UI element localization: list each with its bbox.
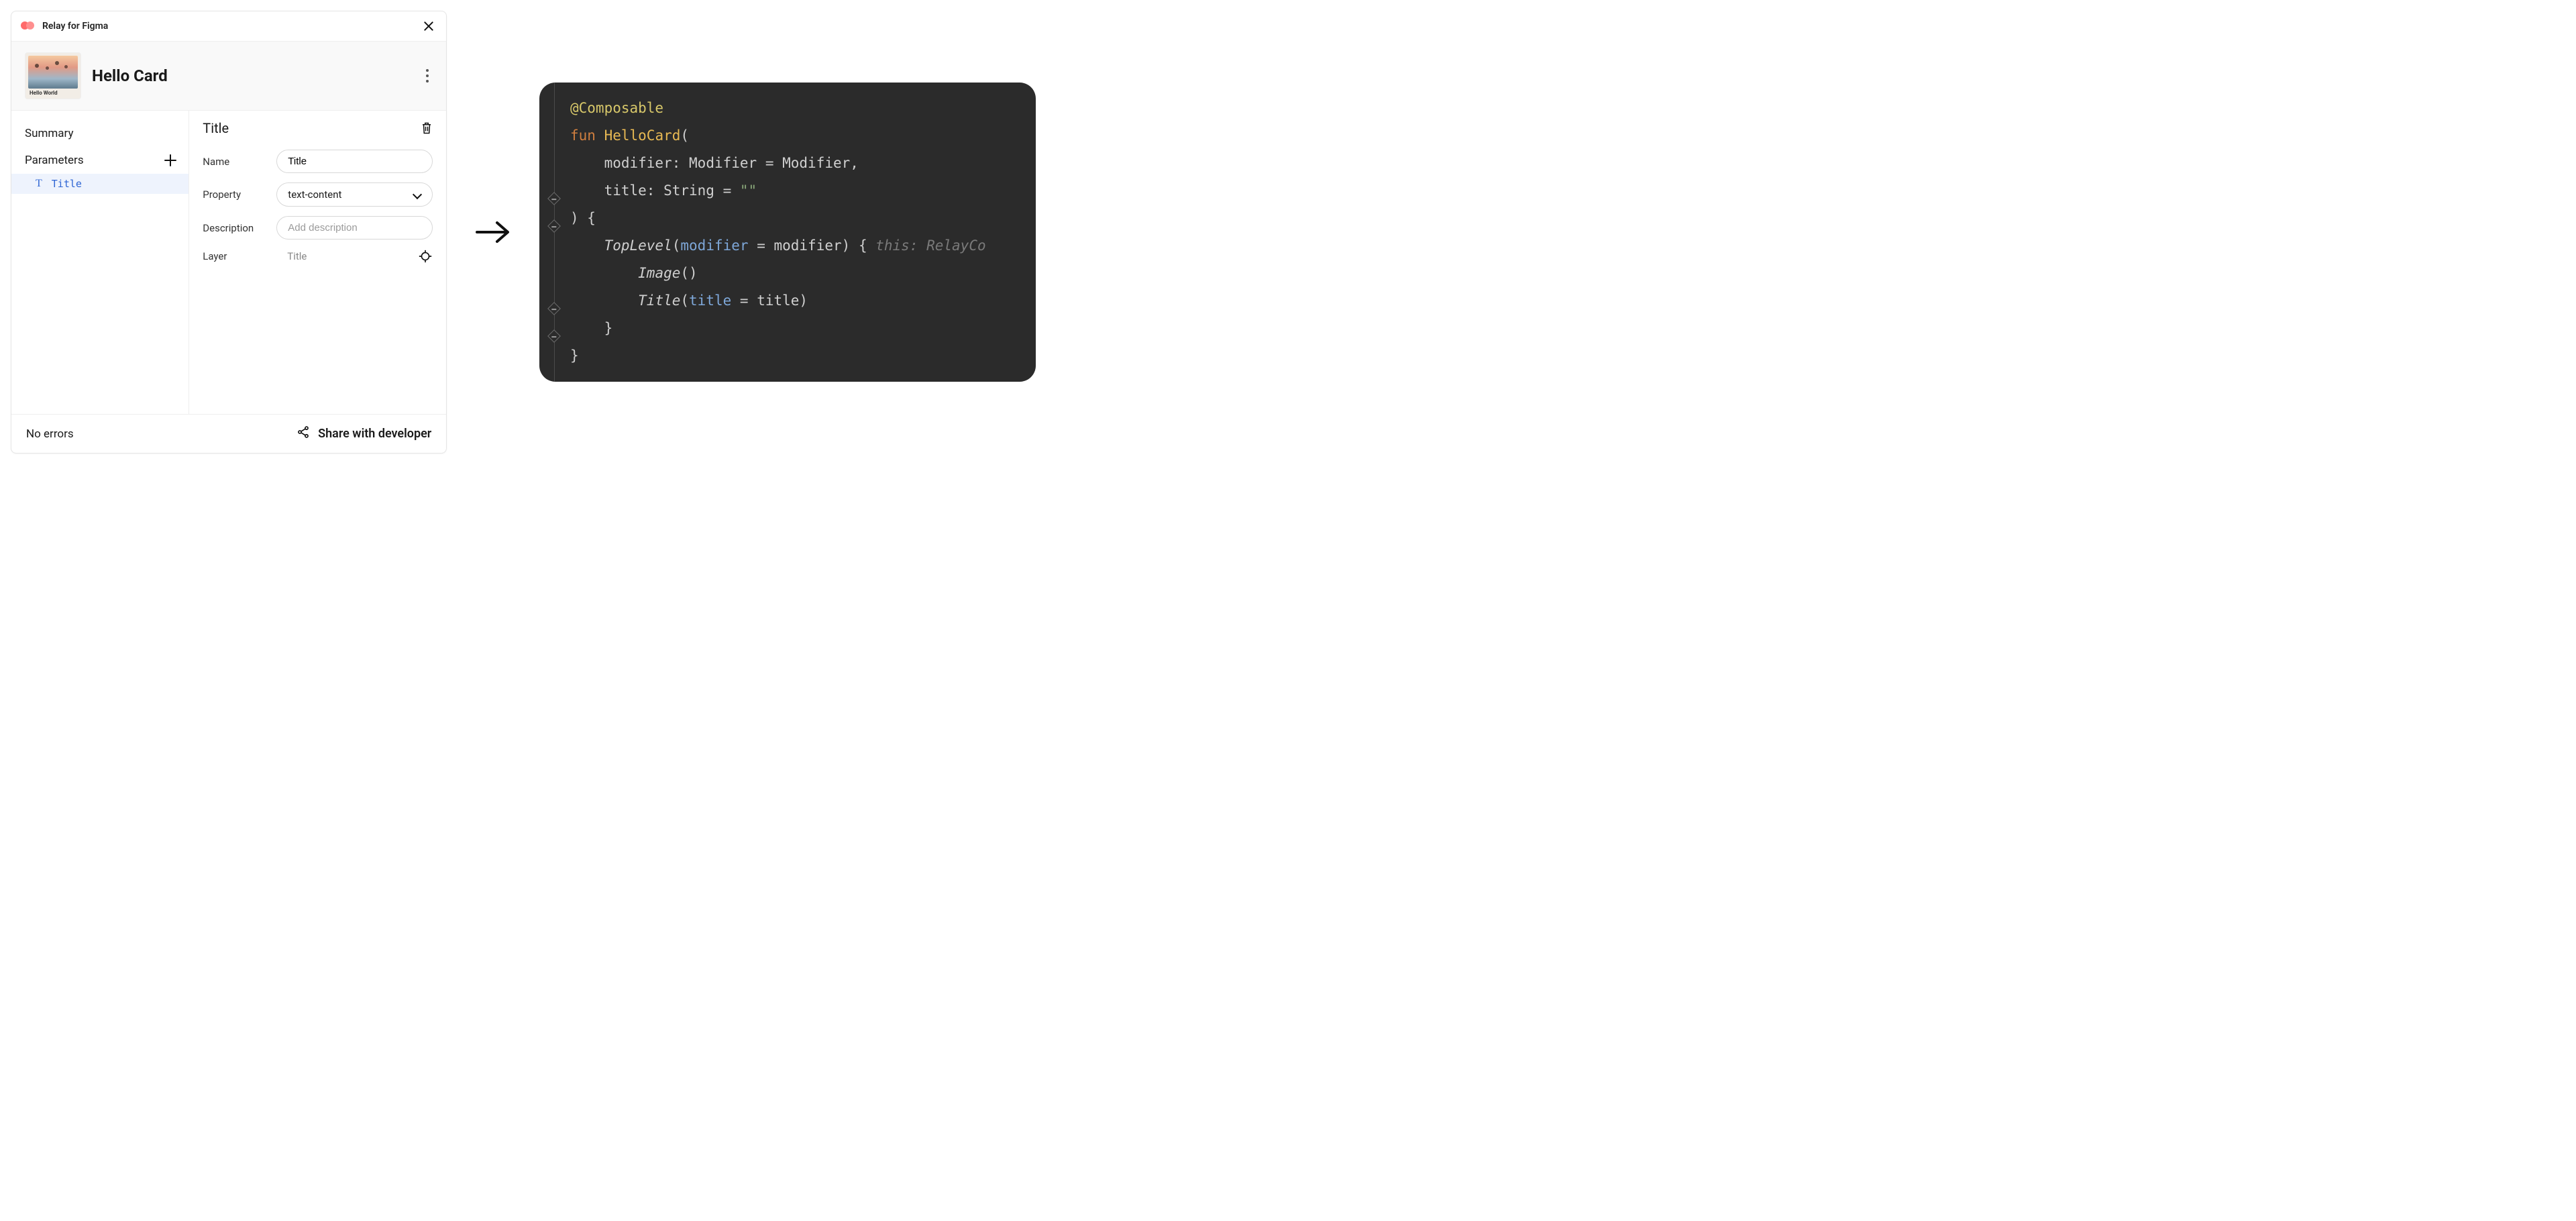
code-title-argname: title bbox=[689, 293, 731, 309]
property-label: Property bbox=[203, 189, 263, 201]
share-label: Share with developer bbox=[318, 427, 431, 441]
code-param2-default: "" bbox=[740, 182, 757, 199]
name-label: Name bbox=[203, 156, 263, 168]
parameter-name: Title bbox=[52, 178, 82, 190]
code-toplevel-call: TopLevel bbox=[604, 237, 672, 254]
code-param1-name: modifier bbox=[604, 155, 672, 171]
card-header: Hello World Hello Card bbox=[11, 41, 446, 111]
close-icon[interactable] bbox=[422, 19, 435, 33]
panel-titlebar: Relay for Figma bbox=[11, 11, 446, 41]
more-menu-icon[interactable] bbox=[426, 69, 429, 83]
property-row: Property text-content bbox=[203, 182, 433, 207]
chevron-down-icon bbox=[412, 190, 421, 199]
layer-value: Title bbox=[276, 250, 405, 262]
code-annotation: @Composable bbox=[570, 100, 663, 116]
code-param2-name: title bbox=[604, 182, 647, 199]
name-input[interactable] bbox=[276, 150, 433, 173]
sidebar: Summary Parameters T Title bbox=[11, 111, 189, 414]
parameter-item-title[interactable]: T Title bbox=[11, 174, 189, 194]
arrow-right-icon bbox=[474, 219, 513, 246]
delete-icon[interactable] bbox=[421, 121, 433, 136]
code-fun-keyword: fun bbox=[570, 127, 596, 144]
panel-footer: No errors Share with developer bbox=[11, 414, 446, 453]
text-icon: T bbox=[36, 178, 42, 190]
code-title-call: Title bbox=[638, 293, 680, 309]
summary-label[interactable]: Summary bbox=[11, 120, 189, 147]
locate-layer-icon[interactable] bbox=[418, 249, 433, 264]
relay-plugin-panel: Relay for Figma Hello World Hello Card S… bbox=[11, 11, 447, 454]
code-preview: @Composable fun HelloCard( modifier: Mod… bbox=[539, 83, 1036, 381]
detail-pane: Title Name Property bbox=[189, 111, 446, 414]
code-title-argval: title bbox=[757, 293, 799, 309]
code-param1-default: Modifier bbox=[782, 155, 850, 171]
panel-body: Summary Parameters T Title Title bbox=[11, 111, 446, 414]
description-label: Description bbox=[203, 222, 263, 234]
relay-logo-icon bbox=[21, 21, 36, 31]
description-input[interactable] bbox=[276, 216, 433, 240]
add-parameter-icon[interactable] bbox=[164, 154, 176, 166]
property-select[interactable]: text-content bbox=[276, 182, 433, 207]
code-fun-name: HelloCard bbox=[604, 127, 681, 144]
code-param1-type: Modifier bbox=[689, 155, 757, 171]
parameters-label: Parameters bbox=[25, 154, 84, 167]
code-toplevel-argval: modifier bbox=[773, 237, 841, 254]
card-title: Hello Card bbox=[92, 66, 415, 85]
code-param2-type: String bbox=[663, 182, 714, 199]
plugin-name: Relay for Figma bbox=[42, 21, 108, 32]
card-thumbnail: Hello World bbox=[25, 52, 81, 99]
property-value: text-content bbox=[288, 189, 341, 201]
code-inline-hint: this: RelayCo bbox=[875, 237, 985, 254]
thumbnail-caption: Hello World bbox=[28, 90, 78, 96]
layer-label: Layer bbox=[203, 250, 263, 262]
description-row: Description bbox=[203, 216, 433, 240]
parameters-header: Parameters bbox=[11, 147, 189, 174]
name-row: Name bbox=[203, 150, 433, 173]
detail-title: Title bbox=[203, 120, 229, 136]
share-with-developer-button[interactable]: Share with developer bbox=[297, 425, 431, 442]
status-text: No errors bbox=[26, 427, 74, 441]
code-image-call: Image bbox=[638, 265, 680, 281]
share-icon bbox=[297, 425, 310, 442]
layer-row: Layer Title bbox=[203, 249, 433, 264]
code-toplevel-argname: modifier bbox=[680, 237, 748, 254]
